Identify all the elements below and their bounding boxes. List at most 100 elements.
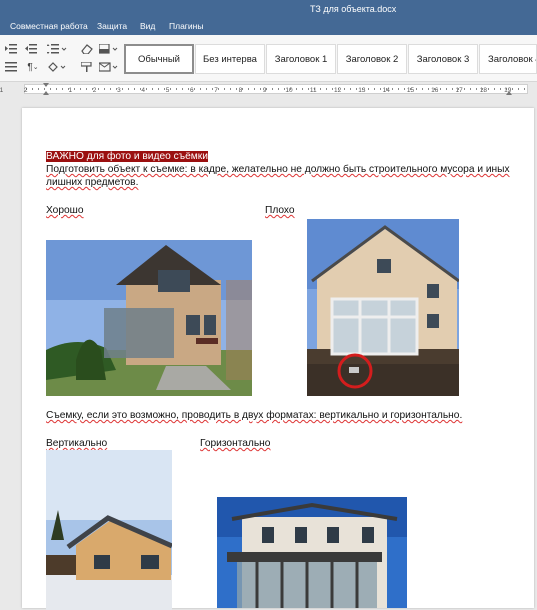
style-heading-4[interactable]: Заголовок 4 [479, 44, 537, 74]
line-spacing-icon[interactable] [44, 41, 70, 57]
indent-icon[interactable] [0, 41, 22, 57]
ruler-tick [326, 88, 327, 90]
photo-good-house[interactable] [46, 240, 252, 396]
menu-bar: Совместная работа Защита Вид Плагины [0, 18, 537, 35]
ruler-tick [224, 88, 225, 90]
ruler-tick [446, 88, 447, 90]
ruler-ticks: 1 2 1 2 3 4 5 6 7 8 9 10 11 12 13 14 15 16 17 18 19 [0, 83, 525, 95]
ruler-tick [296, 88, 297, 90]
photo-vertical-house[interactable] [46, 450, 172, 610]
ruler-tick [398, 88, 399, 90]
ruler-tick [128, 88, 129, 90]
ruler-tick [464, 88, 465, 90]
shading-icon[interactable] [96, 41, 122, 57]
ruler-tick [278, 88, 279, 90]
ruler-tick [302, 88, 303, 90]
ruler-number: 1 [0, 87, 4, 94]
fill-color-icon[interactable] [44, 59, 70, 75]
list-icon[interactable] [0, 59, 22, 75]
ruler-tick [344, 88, 345, 90]
ruler-number: 10 [285, 87, 293, 94]
ruler-tick [476, 88, 477, 90]
ruler-tick [86, 88, 87, 90]
label-horizontal: Горизонтально [200, 438, 271, 449]
horizontal-ruler: 1 2 1 2 3 4 5 6 7 8 9 10 11 12 13 14 15 16 17 18 19 [0, 82, 537, 96]
ruler-tick [182, 88, 183, 90]
document-page: ВАЖНО для фото и видео съёмки Подготовит… [22, 108, 534, 610]
ruler-tick [356, 88, 357, 90]
photo-bad-house[interactable] [307, 219, 459, 396]
ruler-tick [524, 88, 525, 90]
style-heading-2[interactable]: Заголовок 2 [337, 44, 407, 74]
ruler-number: 4 [141, 87, 145, 94]
first-line-indent-marker[interactable] [43, 83, 49, 87]
ruler-number: 13 [358, 87, 366, 94]
ruler-tick [38, 88, 39, 90]
menu-view[interactable]: Вид [140, 21, 155, 31]
style-heading-1[interactable]: Заголовок 1 [266, 44, 336, 74]
outdent-icon[interactable] [20, 41, 42, 57]
ruler-tick [56, 88, 57, 90]
style-no-spacing[interactable]: Без интерва [195, 44, 265, 74]
ruler-tick [212, 88, 213, 90]
photo-horizontal-house[interactable] [217, 497, 407, 608]
ruler-tick [416, 88, 417, 90]
ruler-tick [194, 88, 195, 90]
ruler-tick [44, 88, 45, 90]
menu-collaboration[interactable]: Совместная работа [10, 21, 88, 31]
document-title: ТЗ для объекта.docx [310, 4, 397, 14]
ruler-number: 1 [68, 87, 72, 94]
ruler-number: 15 [407, 87, 415, 94]
label-good: Хорошо [46, 205, 84, 216]
ruler-tick [50, 88, 51, 90]
format-painter-icon[interactable] [76, 59, 98, 75]
style-heading-3[interactable]: Заголовок 3 [408, 44, 478, 74]
eraser-icon[interactable] [76, 41, 98, 57]
ruler-tick [74, 88, 75, 90]
ruler-tick [452, 88, 453, 90]
ruler-number: 3 [117, 87, 121, 94]
left-indent-marker[interactable] [43, 91, 49, 95]
ruler-number: 18 [480, 87, 488, 94]
ruler-tick [470, 88, 471, 90]
ruler-tick [404, 88, 405, 90]
ruler-tick [350, 88, 351, 90]
body-line-2: лишних предметов. [46, 177, 139, 188]
ruler-tick [374, 88, 375, 90]
warning-heading-text: ВАЖНО для фото и видео съёмки [46, 151, 208, 162]
ruler-tick [152, 88, 153, 90]
ruler-number: 16 [431, 87, 439, 94]
ruler-tick [110, 88, 111, 90]
ruler-tick [308, 88, 309, 90]
mail-merge-icon[interactable] [96, 59, 122, 75]
paragraph-marks-icon[interactable]: ¶ ⌄ [22, 59, 44, 75]
ruler-number: 7 [214, 87, 218, 94]
ruler-tick [230, 88, 231, 90]
ruler-tick [488, 88, 489, 90]
menu-protection[interactable]: Защита [97, 21, 127, 31]
ruler-tick [176, 88, 177, 90]
ruler-number: 11 [310, 87, 317, 94]
ruler-tick [146, 88, 147, 90]
ruler-tick [254, 88, 255, 90]
ruler-tick [218, 88, 219, 90]
ruler-tick [206, 88, 207, 90]
ruler-tick [170, 88, 171, 90]
ruler-tick [32, 88, 33, 90]
ruler-tick [380, 88, 381, 90]
menu-plugins[interactable]: Плагины [169, 21, 203, 31]
ruler-tick [494, 88, 495, 90]
ruler-tick [260, 88, 261, 90]
ruler-tick [518, 88, 519, 90]
ruler-tick [422, 88, 423, 90]
ruler-tick [368, 88, 369, 90]
style-normal[interactable]: Обычный [124, 44, 194, 74]
body-line-1: Подготовить объект к съемке: в кадре, же… [46, 164, 510, 175]
ruler-number: 9 [263, 87, 267, 94]
ruler-tick [320, 88, 321, 90]
ruler-number: 5 [166, 87, 170, 94]
ruler-tick [200, 88, 201, 90]
ruler-number: 14 [383, 87, 391, 94]
ruler-tick [158, 88, 159, 90]
ruler-tick [440, 88, 441, 90]
